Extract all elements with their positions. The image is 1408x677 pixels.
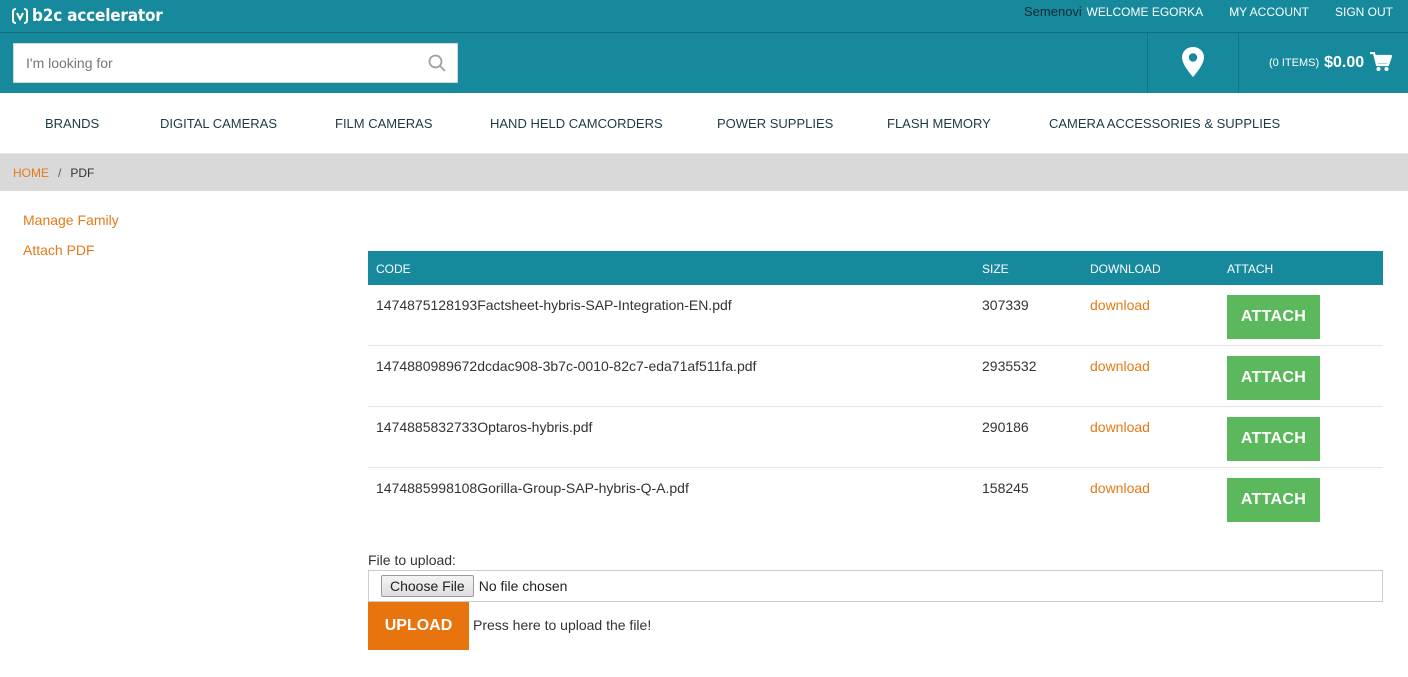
- file-status-text: No file chosen: [478, 578, 568, 594]
- file-code: 1474885998108Gorilla-Group-SAP-hybris-Q-…: [376, 480, 689, 496]
- nav-item-film-cameras[interactable]: FILM CAMERAS: [335, 116, 433, 131]
- nav-item-flash-memory[interactable]: FLASH MEMORY: [887, 116, 991, 131]
- map-pin-icon: [1181, 46, 1205, 81]
- attach-button[interactable]: ATTACH: [1227, 417, 1320, 461]
- upload-button[interactable]: UPLOAD: [368, 602, 469, 650]
- category-nav: BRANDS DIGITAL CAMERAS FILM CAMERAS HAND…: [0, 93, 1408, 154]
- mini-cart[interactable]: (0 ITEMS) $0.00: [1239, 33, 1408, 93]
- download-link[interactable]: download: [1090, 480, 1150, 496]
- table-row: 1474885832733Optaros-hybris.pdf 290186 d…: [368, 407, 1383, 468]
- file-size: 158245: [982, 480, 1029, 496]
- cart-total: $0.00: [1324, 54, 1365, 71]
- file-size: 290186: [982, 419, 1029, 435]
- nav-item-brands[interactable]: BRANDS: [45, 116, 99, 131]
- file-code: 1474885832733Optaros-hybris.pdf: [376, 419, 593, 435]
- column-header-attach: ATTACH: [1227, 262, 1274, 276]
- header-bar: (0 ITEMS) $0.00: [0, 33, 1408, 93]
- attach-button[interactable]: ATTACH: [1227, 356, 1320, 400]
- file-code: 1474880989672dcdac908-3b7c-0010-82c7-eda…: [376, 358, 757, 374]
- breadcrumb-current: PDF: [70, 165, 95, 180]
- table-row: 1474885998108Gorilla-Group-SAP-hybris-Q-…: [368, 468, 1383, 529]
- file-size: 307339: [982, 297, 1029, 313]
- upload-hint: Press here to upload the file!: [473, 617, 652, 633]
- cart-item-count: (0 ITEMS): [1269, 57, 1320, 69]
- table-row: 1474875128193Factsheet-hybris-SAP-Integr…: [368, 285, 1383, 346]
- sidebar-link-manage-family[interactable]: Manage Family: [23, 212, 119, 228]
- account-links: WELCOME EGORKA MY ACCOUNT SIGN OUT: [1061, 5, 1394, 19]
- welcome-link[interactable]: WELCOME EGORKA: [1087, 5, 1204, 19]
- sign-out-link[interactable]: SIGN OUT: [1335, 5, 1393, 19]
- column-header-size: SIZE: [982, 262, 1009, 276]
- logo-text: b2c accelerator: [32, 6, 163, 26]
- column-header-download: DOWNLOAD: [1090, 262, 1161, 276]
- logo-icon: [12, 7, 28, 25]
- column-header-code: CODE: [376, 262, 411, 276]
- download-link[interactable]: download: [1090, 419, 1150, 435]
- nav-item-power-supplies[interactable]: POWER SUPPLIES: [717, 116, 833, 131]
- download-link[interactable]: download: [1090, 358, 1150, 374]
- my-account-link[interactable]: MY ACCOUNT: [1229, 5, 1309, 19]
- download-link[interactable]: download: [1090, 297, 1150, 313]
- breadcrumb-separator: /: [58, 165, 62, 180]
- table-header: CODE SIZE DOWNLOAD ATTACH: [368, 251, 1383, 285]
- search-input[interactable]: [14, 44, 417, 82]
- top-bar: b2c accelerator Semenovi WELCOME EGORKA …: [0, 0, 1408, 33]
- file-input: Choose File No file chosen: [368, 570, 1383, 602]
- file-size: 2935532: [982, 358, 1037, 374]
- search-box: [13, 43, 458, 83]
- site-logo[interactable]: b2c accelerator: [12, 4, 163, 28]
- search-icon[interactable]: [417, 44, 457, 82]
- attach-button[interactable]: ATTACH: [1227, 478, 1320, 522]
- sidebar-link-attach-pdf[interactable]: Attach PDF: [23, 242, 95, 258]
- nav-item-hand-held-camcorders[interactable]: HAND HELD CAMCORDERS: [490, 116, 663, 131]
- upload-label: File to upload:: [368, 552, 456, 568]
- pdf-table: CODE SIZE DOWNLOAD ATTACH 1474875128193F…: [368, 251, 1383, 529]
- attach-button[interactable]: ATTACH: [1227, 295, 1320, 339]
- breadcrumb-home-link[interactable]: HOME: [13, 166, 49, 180]
- file-code: 1474875128193Factsheet-hybris-SAP-Integr…: [376, 297, 732, 313]
- nav-item-camera-accessories[interactable]: CAMERA ACCESSORIES & SUPPLIES: [1049, 116, 1280, 131]
- cart-icon: [1370, 51, 1393, 75]
- table-row: 1474880989672dcdac908-3b7c-0010-82c7-eda…: [368, 346, 1383, 407]
- nav-item-digital-cameras[interactable]: DIGITAL CAMERAS: [160, 116, 277, 131]
- choose-file-button[interactable]: Choose File: [381, 575, 474, 597]
- store-locator-button[interactable]: [1148, 33, 1238, 93]
- breadcrumb: HOME / PDF: [0, 154, 1408, 191]
